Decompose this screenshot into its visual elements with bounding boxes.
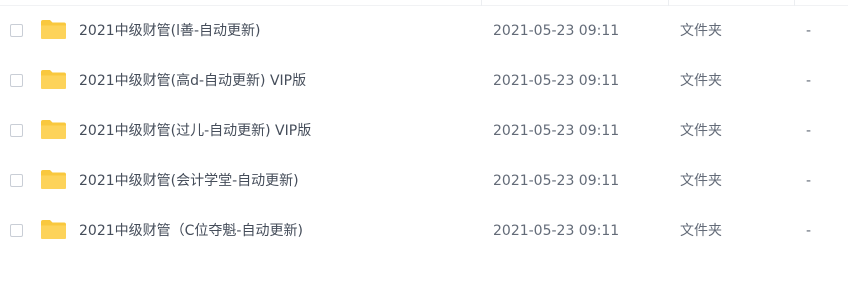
file-size: - — [806, 23, 812, 39]
file-type: 文件夹 — [680, 223, 722, 239]
modified-time: 2021-05-23 09:11 — [493, 223, 620, 239]
row-checkbox[interactable] — [10, 174, 23, 187]
folder-icon — [41, 170, 66, 189]
modified-time: 2021-05-23 09:11 — [493, 173, 620, 189]
file-list: 2021中级财管(l善-自动更新) 2021-05-23 09:11 文件夹 -… — [0, 6, 848, 256]
folder-icon — [41, 220, 66, 239]
file-row[interactable]: 2021中级财管(过儿-自动更新) VIP版 2021-05-23 09:11 … — [0, 106, 848, 156]
file-size: - — [806, 173, 812, 189]
file-row[interactable]: 2021中级财管（C位夺魁-自动更新) 2021-05-23 09:11 文件夹… — [0, 206, 848, 256]
file-row[interactable]: 2021中级财管(会计学堂-自动更新) 2021-05-23 09:11 文件夹… — [0, 156, 848, 206]
file-name[interactable]: 2021中级财管(l善-自动更新) — [79, 22, 261, 40]
row-checkbox[interactable] — [10, 224, 23, 237]
file-name[interactable]: 2021中级财管（C位夺魁-自动更新) — [79, 222, 303, 240]
folder-icon — [41, 120, 66, 139]
folder-icon — [41, 20, 66, 39]
file-name[interactable]: 2021中级财管(高d-自动更新) VIP版 — [79, 72, 306, 90]
file-size: - — [806, 223, 812, 239]
file-type: 文件夹 — [680, 23, 722, 39]
row-checkbox[interactable] — [10, 24, 23, 37]
file-type: 文件夹 — [680, 123, 722, 139]
folder-icon — [41, 70, 66, 89]
row-checkbox[interactable] — [10, 124, 23, 137]
modified-time: 2021-05-23 09:11 — [493, 73, 620, 89]
file-type: 文件夹 — [680, 173, 722, 189]
file-name[interactable]: 2021中级财管(过儿-自动更新) VIP版 — [79, 122, 311, 140]
file-row[interactable]: 2021中级财管(l善-自动更新) 2021-05-23 09:11 文件夹 - — [0, 6, 848, 56]
file-size: - — [806, 73, 812, 89]
file-type: 文件夹 — [680, 73, 722, 89]
modified-time: 2021-05-23 09:11 — [493, 23, 620, 39]
modified-time: 2021-05-23 09:11 — [493, 123, 620, 139]
file-name[interactable]: 2021中级财管(会计学堂-自动更新) — [79, 172, 299, 190]
row-checkbox[interactable] — [10, 74, 23, 87]
file-row[interactable]: 2021中级财管(高d-自动更新) VIP版 2021-05-23 09:11 … — [0, 56, 848, 106]
file-size: - — [806, 123, 812, 139]
